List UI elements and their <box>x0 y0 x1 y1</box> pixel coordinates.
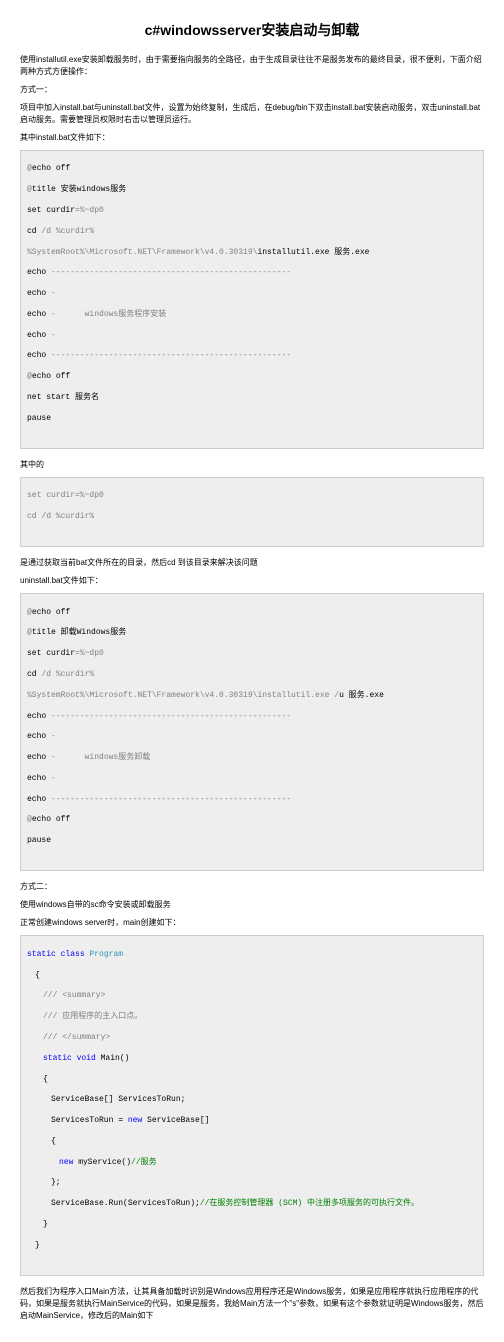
intro-paragraph: 使用installutil.exe安装卸载服务时，由于需要指向服务的全路径，由于… <box>20 54 484 78</box>
mid-label: 其中的 <box>20 459 484 471</box>
method2-desc: 使用windows自带的sc命令安装或卸载服务 <box>20 899 484 911</box>
uninstall-header: uninstall.bat文件如下： <box>20 575 484 587</box>
mid-desc: 是通过获取当前bat文件所在的目录，然后cd 到该目录来解决该问题 <box>20 557 484 569</box>
uninstall-bat-code: @echo off @title 卸载Windows服务 set curdir=… <box>20 593 484 871</box>
install-bat-code: @echo off @title 安装windows服务 set curdir=… <box>20 150 484 449</box>
page-title: c#windowsserver安装启动与卸载 <box>20 20 484 40</box>
normal-desc: 正常创建windows server时，main创建如下： <box>20 917 484 929</box>
final-para: 然后我们为程序入口Main方法，让其具备加载时识别是Windows应用程序还是W… <box>20 1286 484 1322</box>
method1-label: 方式一： <box>20 84 484 96</box>
method2-label: 方式二： <box>20 881 484 893</box>
install-header: 其中install.bat文件如下： <box>20 132 484 144</box>
csharp-code: static class Program { /// <summary> ///… <box>20 935 484 1276</box>
method1-desc: 项目中加入install.bat与uninstall.bat文件，设置为始终复制… <box>20 102 484 126</box>
mid-code: set curdir=%~dp0 cd /d %curdir% <box>20 477 484 547</box>
